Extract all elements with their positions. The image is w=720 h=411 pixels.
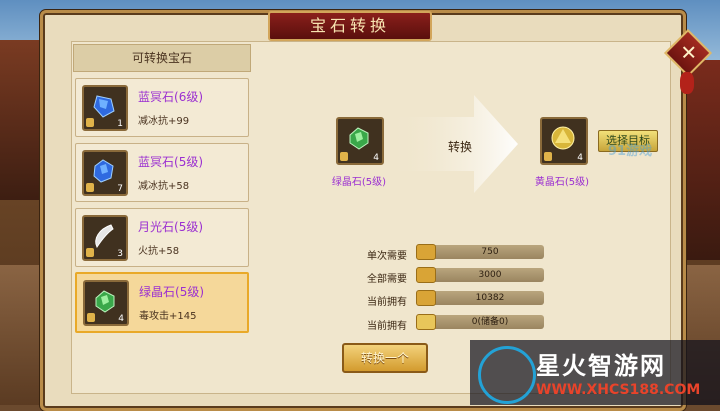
gem-attribute: 火抗+58 bbox=[138, 246, 180, 257]
green-crystal-icon bbox=[349, 127, 369, 150]
yellow-crystal-icon bbox=[551, 126, 575, 150]
watermark-site: 星火智游网 WWW.XHCS188.COM bbox=[470, 340, 720, 405]
gem-slot: 7 bbox=[82, 150, 128, 196]
gem-level: (5级) bbox=[174, 220, 204, 234]
gem-name-text: 绿晶石 bbox=[139, 285, 176, 299]
gem-list-item[interactable]: 3 月光石(5级) 火抗+58 bbox=[75, 208, 249, 267]
lock-icon bbox=[544, 152, 552, 161]
gem-name: 月光石(5级) bbox=[138, 218, 203, 235]
gem-name-text: 月光石 bbox=[138, 220, 175, 234]
gold-ingot-icon bbox=[416, 244, 436, 260]
cost-bar: 3000 bbox=[416, 267, 544, 283]
target-gem-count: 4 bbox=[577, 153, 583, 163]
gem-name-text: 蓝冥石 bbox=[138, 155, 175, 169]
cost-value: 0(储备0) bbox=[471, 317, 509, 327]
lock-icon bbox=[86, 248, 94, 257]
source-gem-count: 4 bbox=[373, 153, 379, 163]
gem-attribute: 减冰抗+99 bbox=[138, 116, 190, 127]
target-gem-slot[interactable]: 4 bbox=[540, 117, 588, 165]
gold-ingot-icon bbox=[416, 267, 436, 283]
gem-count: 4 bbox=[118, 314, 124, 324]
convert-one-button[interactable]: 转换一个 bbox=[342, 343, 428, 373]
blue-crystal-icon bbox=[93, 159, 114, 183]
cost-bar: 10382 bbox=[416, 290, 544, 306]
lock-icon bbox=[340, 152, 348, 161]
gem-list-item[interactable]: 1 蓝冥石(6级) 减冰抗+99 bbox=[75, 78, 249, 137]
green-crystal-icon bbox=[95, 290, 115, 313]
dialog-title: 宝石转换 bbox=[268, 11, 432, 41]
close-icon: ✕ bbox=[680, 40, 698, 65]
gem-name: 绿晶石(5级) bbox=[139, 283, 204, 300]
cost-label: 全部需要 bbox=[367, 274, 407, 285]
cost-bar: 0(储备0) bbox=[416, 314, 544, 330]
gold-bar-icon bbox=[416, 314, 436, 330]
blue-crystal-icon bbox=[93, 95, 115, 118]
cost-value: 10382 bbox=[475, 293, 505, 303]
gem-name: 蓝冥石(6级) bbox=[138, 88, 203, 105]
watermark-91: 91游戏 bbox=[608, 144, 653, 159]
cost-value: 750 bbox=[481, 247, 499, 257]
site-url: WWW.XHCS188.COM bbox=[536, 382, 701, 398]
source-gem-slot[interactable]: 4 bbox=[336, 117, 384, 165]
lock-icon bbox=[86, 183, 94, 192]
cost-bar: 750 bbox=[416, 244, 544, 260]
gem-slot: 4 bbox=[83, 280, 129, 326]
gem-list-panel: 可转换宝石 1 蓝冥石(6级) 减冰抗+99 7 蓝冥石(5级) 减冰抗+58 bbox=[73, 44, 251, 333]
cost-value: 3000 bbox=[478, 270, 502, 280]
gem-list-item[interactable]: 7 蓝冥石(5级) 减冰抗+58 bbox=[75, 143, 249, 202]
gem-attribute: 减冰抗+58 bbox=[138, 181, 190, 192]
cost-label: 单次需要 bbox=[367, 251, 407, 262]
gold-ingot-icon bbox=[416, 290, 436, 306]
target-gem-name: 黄晶石(5级) bbox=[534, 177, 590, 188]
gem-list-item-selected[interactable]: 4 绿晶石(5级) 毒攻击+145 bbox=[75, 272, 249, 333]
gem-level: (6级) bbox=[174, 90, 204, 104]
convert-label: 转换 bbox=[448, 140, 473, 154]
cost-label: 当前拥有 bbox=[367, 321, 407, 332]
gem-count: 1 bbox=[117, 119, 123, 129]
gem-slot: 3 bbox=[82, 215, 128, 261]
gem-name-text: 蓝冥石 bbox=[138, 90, 175, 104]
lock-icon bbox=[87, 313, 95, 322]
gem-attribute: 毒攻击+145 bbox=[139, 311, 197, 322]
gem-slot: 1 bbox=[82, 85, 128, 131]
cost-label: 当前拥有 bbox=[367, 297, 407, 308]
gem-count: 3 bbox=[117, 249, 123, 259]
moon-crescent-icon bbox=[95, 224, 114, 248]
site-logo-icon bbox=[478, 346, 536, 404]
lantern-icon bbox=[680, 72, 694, 94]
site-name: 星火智游网 bbox=[536, 352, 666, 380]
gem-level: (5级) bbox=[174, 155, 204, 169]
gem-list-title: 可转换宝石 bbox=[73, 44, 251, 72]
gem-name: 蓝冥石(5级) bbox=[138, 153, 203, 170]
gem-count: 7 bbox=[117, 184, 123, 194]
gem-level: (5级) bbox=[175, 285, 205, 299]
lock-icon bbox=[86, 118, 94, 127]
